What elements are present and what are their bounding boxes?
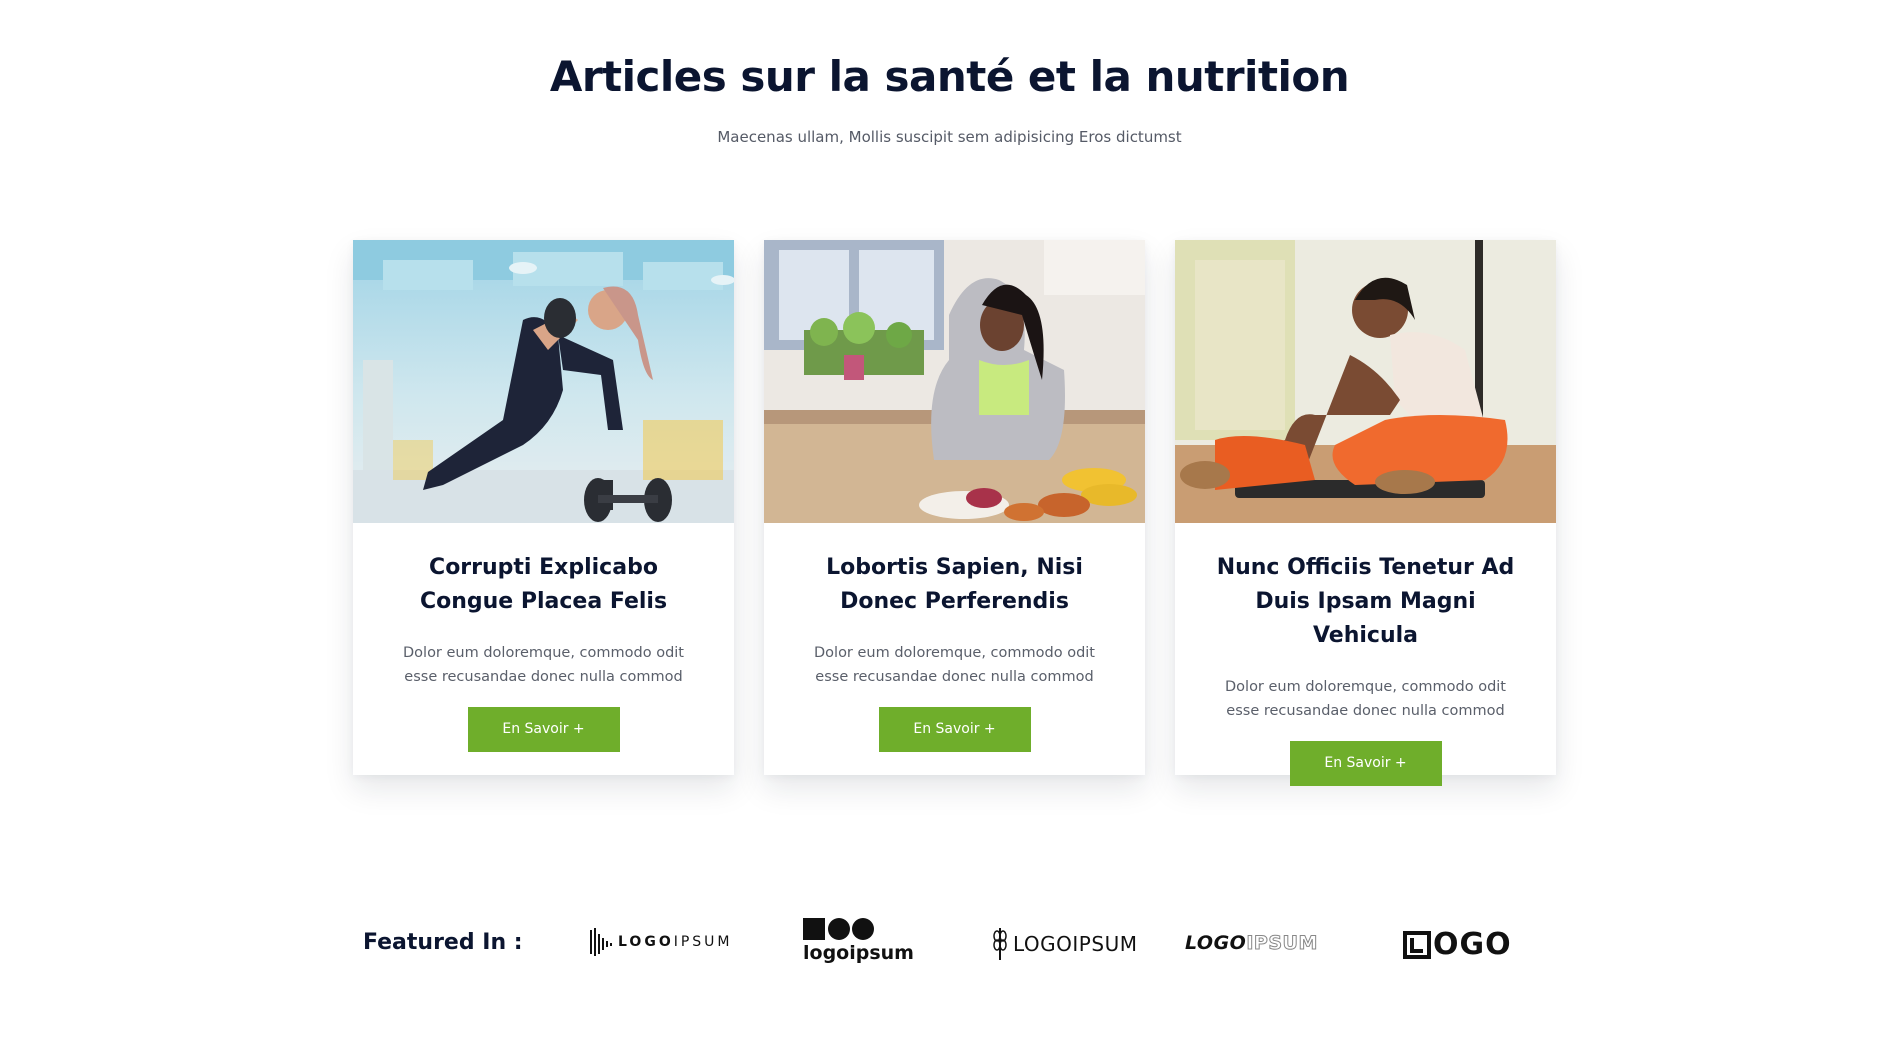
wheat-icon (993, 928, 1007, 960)
article-excerpt: Dolor eum doloremque, commodo odit esse … (403, 645, 684, 685)
read-more-button[interactable]: En Savoir + (878, 707, 1031, 752)
square-circles-icon (803, 918, 874, 940)
article-card: Lobortis Sapien, Nisi Donec Perferendis … (764, 240, 1145, 775)
l-square-icon (1403, 930, 1431, 959)
partner-logo-2[interactable]: logoipsum (803, 918, 914, 964)
partner-logo-5[interactable]: OGO (1403, 927, 1512, 962)
logo-text-bold: LOGO (1185, 932, 1247, 954)
logo-text: logoipsum (803, 942, 914, 964)
article-image-kitchen[interactable] (764, 240, 1145, 523)
featured-in-label: Featured In : (363, 930, 523, 955)
partner-logo-4[interactable]: LOGO IPSUM (1185, 932, 1318, 955)
article-image-gym[interactable] (353, 240, 734, 523)
read-more-button[interactable]: En Savoir + (1289, 741, 1442, 786)
article-card: Nunc Officiis Tenetur Ad Duis Ipsam Magn… (1175, 240, 1556, 786)
article-title[interactable]: Lobortis Sapien, Nisi Donec Perferendis (794, 551, 1115, 619)
logo-text: OGO (1433, 927, 1512, 962)
article-title[interactable]: Corrupti Explicabo Congue Placea Felis (383, 551, 704, 619)
partner-logo-1[interactable]: LOGOIPSUM (590, 928, 733, 956)
logo-text-bold: LOGO (618, 934, 674, 950)
article-excerpt: Dolor eum doloremque, commodo odit esse … (1225, 679, 1506, 719)
logo-text-light: IPSUM (673, 934, 733, 950)
article-title[interactable]: Nunc Officiis Tenetur Ad Duis Ipsam Magn… (1205, 551, 1526, 653)
article-card: Corrupti Explicabo Congue Placea Felis D… (353, 240, 734, 775)
soundwave-icon (590, 928, 612, 956)
partner-logo-3[interactable]: LOGOIPSUM (993, 928, 1137, 960)
section-title: Articles sur la santé et la nutrition (549, 52, 1350, 101)
article-cards: Corrupti Explicabo Congue Placea Felis D… (353, 240, 1556, 786)
read-more-button[interactable]: En Savoir + (467, 707, 620, 752)
featured-in-strip: Featured In : LOGOIPSUM logoipsum LOGOIP… (0, 910, 1899, 980)
article-image-stretch[interactable] (1175, 240, 1556, 523)
logo-text: LOGOIPSUM (1013, 932, 1138, 956)
article-excerpt: Dolor eum doloremque, commodo odit esse … (814, 645, 1095, 685)
logo-text-outline: IPSUM (1246, 932, 1318, 955)
section-subtitle: Maecenas ullam, Mollis suscipit sem adip… (717, 128, 1182, 146)
